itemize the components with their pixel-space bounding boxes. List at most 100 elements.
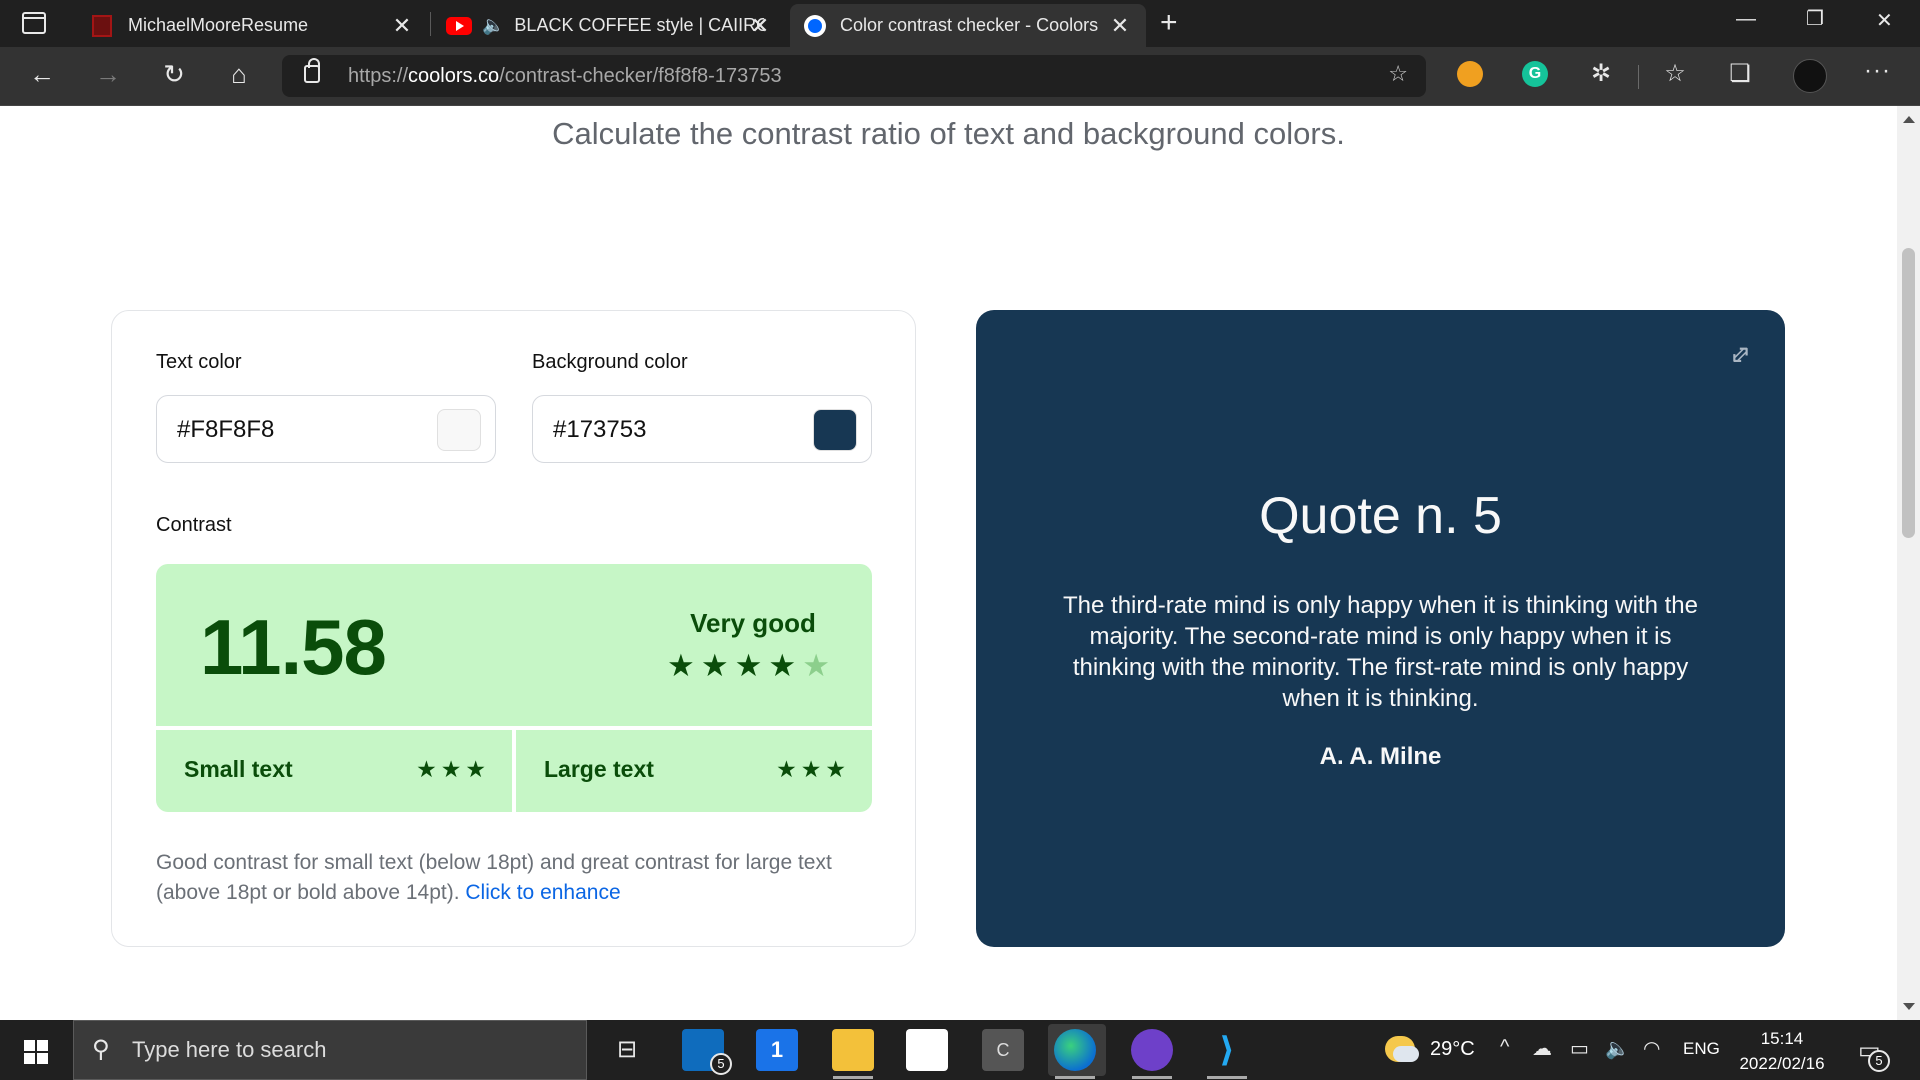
speaker-icon[interactable]: 🔈 bbox=[482, 15, 504, 36]
page-scrollbar[interactable] bbox=[1897, 106, 1920, 1020]
expand-icon[interactable]: ⇕ bbox=[1721, 337, 1759, 374]
windows-taskbar: ⚲ Type here to search ⊟ 5 1 C ⟩ 29°C ^ ☁… bbox=[0, 1020, 1920, 1080]
onedrive-icon[interactable]: ☁ bbox=[1532, 1036, 1552, 1061]
tab-title: MichaelMooreResume bbox=[128, 15, 309, 35]
favorites-icon[interactable]: ☆ bbox=[1660, 59, 1690, 88]
back-button[interactable]: ← bbox=[24, 59, 60, 90]
battery-icon[interactable]: ▭ bbox=[1570, 1036, 1589, 1061]
edge-browser-icon[interactable] bbox=[1054, 1029, 1096, 1071]
star-icon: ★ bbox=[667, 648, 695, 683]
contrast-score-panel: 11.58 Very good ★ ★ ★ ★ ★ bbox=[156, 564, 872, 726]
background-color-swatch[interactable] bbox=[813, 409, 857, 451]
contrast-description: Good contrast for small text (below 18pt… bbox=[156, 848, 872, 908]
large-text-label: Large text bbox=[544, 756, 654, 782]
preview-card: ⇕ Quote n. 5 The third-rate mind is only… bbox=[976, 310, 1785, 947]
restore-button[interactable]: ❐ bbox=[1806, 6, 1824, 31]
chevron-up-icon[interactable]: ^ bbox=[1500, 1036, 1509, 1059]
page-subtitle: Calculate the contrast ratio of text and… bbox=[552, 116, 1345, 151]
pdf-icon bbox=[92, 14, 112, 37]
contrast-checker-card: Text color Background color #F8F8F8 #173… bbox=[111, 310, 916, 947]
microsoft-store-icon[interactable] bbox=[906, 1029, 948, 1071]
app-c-icon[interactable]: C bbox=[982, 1029, 1024, 1071]
large-text-stars: ★ ★ ★ bbox=[776, 756, 846, 783]
browser-toolbar: ← → ↻ ⌂ https://coolors.co/contrast-chec… bbox=[0, 47, 1920, 106]
overall-star-rating: ★ ★ ★ ★ ★ bbox=[667, 648, 830, 684]
tab-color-contrast-checker[interactable]: Color contrast checker - Coolors ✕ bbox=[790, 4, 1146, 47]
toolbar-divider bbox=[1638, 65, 1639, 89]
wifi-icon[interactable]: ◠ bbox=[1643, 1036, 1660, 1061]
star-icon: ★ bbox=[700, 648, 729, 683]
minimize-button[interactable]: — bbox=[1736, 8, 1756, 31]
refresh-button[interactable]: ↻ bbox=[156, 59, 192, 90]
large-text-score: Large text ★ ★ ★ bbox=[516, 730, 872, 812]
star-icon: ★ bbox=[734, 648, 763, 683]
text-color-input[interactable]: #F8F8F8 bbox=[156, 395, 496, 463]
close-window-button[interactable]: ✕ bbox=[1876, 8, 1893, 33]
close-icon[interactable]: ✕ bbox=[748, 13, 772, 39]
contrast-ratio: 11.58 bbox=[200, 603, 387, 691]
star-icon: ★ bbox=[416, 756, 437, 782]
tab-black-coffee[interactable]: 🔈 BLACK COFFEE style | CAIIRO ✕ bbox=[432, 4, 786, 47]
close-icon[interactable]: ✕ bbox=[390, 13, 414, 39]
vscode-icon[interactable]: ⟩ bbox=[1206, 1029, 1248, 1071]
star-icon: ★ bbox=[825, 756, 846, 782]
url-text[interactable]: https://coolors.co/contrast-checker/f8f8… bbox=[348, 65, 782, 88]
volume-icon[interactable]: 🔈 bbox=[1605, 1036, 1630, 1061]
contrast-score-box: 11.58 Very good ★ ★ ★ ★ ★ Small text ★ ★ ★ Lar… bbox=[156, 564, 872, 812]
background-color-value[interactable]: #173753 bbox=[553, 416, 646, 444]
star-icon: ★ bbox=[776, 756, 797, 782]
text-color-value[interactable]: #F8F8F8 bbox=[177, 416, 274, 444]
windows-start-icon[interactable] bbox=[24, 1040, 48, 1064]
grammarly-icon[interactable]: G bbox=[1522, 61, 1548, 87]
coolors-icon bbox=[804, 14, 826, 37]
clock-date: 2022/02/16 bbox=[1739, 1054, 1825, 1073]
text-color-swatch[interactable] bbox=[437, 409, 481, 451]
weather-icon[interactable] bbox=[1385, 1036, 1419, 1062]
clock[interactable]: 15:14 2022/02/16 bbox=[1736, 1026, 1828, 1076]
scroll-up-arrow[interactable] bbox=[1903, 116, 1915, 123]
close-icon[interactable]: ✕ bbox=[1108, 13, 1132, 39]
star-icon: ★ bbox=[800, 756, 822, 782]
scroll-down-arrow[interactable] bbox=[1903, 1003, 1915, 1010]
taskbar-search-box[interactable]: ⚲ Type here to search bbox=[73, 1020, 587, 1080]
extension-icon[interactable] bbox=[1457, 61, 1483, 87]
mail-icon[interactable]: 5 bbox=[682, 1029, 732, 1075]
star-icon: ★ bbox=[802, 648, 830, 683]
extensions-icon[interactable]: ✲ bbox=[1586, 59, 1616, 88]
notification-icon[interactable]: ▭ 5 bbox=[1858, 1036, 1890, 1072]
quote-title: Quote n. 5 bbox=[1259, 487, 1502, 545]
language-indicator[interactable]: ENG bbox=[1683, 1039, 1720, 1059]
profile-avatar[interactable] bbox=[1793, 59, 1827, 93]
small-text-label: Small text bbox=[184, 756, 293, 782]
tab-actions-icon[interactable] bbox=[22, 12, 46, 34]
enhance-link[interactable]: Click to enhance bbox=[465, 881, 620, 904]
tab-title: Color contrast checker - Coolors bbox=[840, 15, 1099, 35]
task-view-icon[interactable]: ⊟ bbox=[606, 1029, 648, 1071]
address-bar[interactable]: https://coolors.co/contrast-checker/f8f8… bbox=[282, 55, 1426, 97]
lock-icon[interactable] bbox=[304, 58, 320, 83]
tab-divider bbox=[430, 12, 431, 36]
search-placeholder: Type here to search bbox=[132, 1037, 327, 1062]
background-color-label: Background color bbox=[532, 351, 688, 373]
add-favorite-icon[interactable]: ☆ bbox=[1388, 61, 1408, 87]
mail-badge: 5 bbox=[710, 1053, 732, 1075]
contrast-rating: Very good bbox=[690, 608, 816, 638]
star-icon: ★ bbox=[768, 648, 797, 683]
calendar-icon[interactable]: 1 bbox=[756, 1029, 798, 1071]
home-button[interactable]: ⌂ bbox=[221, 59, 257, 90]
more-menu-icon[interactable]: ··· bbox=[1864, 57, 1891, 85]
page-content: Calculate the contrast ratio of text and… bbox=[0, 106, 1897, 1020]
scroll-thumb[interactable] bbox=[1902, 248, 1915, 538]
forward-button[interactable]: → bbox=[90, 59, 126, 90]
temperature[interactable]: 29°C bbox=[1430, 1038, 1475, 1061]
clock-time: 15:14 bbox=[1760, 1029, 1804, 1048]
new-tab-button[interactable]: + bbox=[1160, 6, 1178, 40]
tab-michael-moore-resume[interactable]: MichaelMooreResume ✕ bbox=[78, 4, 428, 47]
collections-icon[interactable]: ❏ bbox=[1725, 59, 1755, 88]
tab-title: BLACK COFFEE style | CAIIRO bbox=[514, 15, 765, 35]
quote-author: A. A. Milne bbox=[1319, 743, 1442, 770]
background-color-input[interactable]: #173753 bbox=[532, 395, 872, 463]
file-explorer-icon[interactable] bbox=[832, 1029, 874, 1071]
github-icon[interactable] bbox=[1131, 1029, 1173, 1071]
running-indicator bbox=[1132, 1076, 1172, 1079]
